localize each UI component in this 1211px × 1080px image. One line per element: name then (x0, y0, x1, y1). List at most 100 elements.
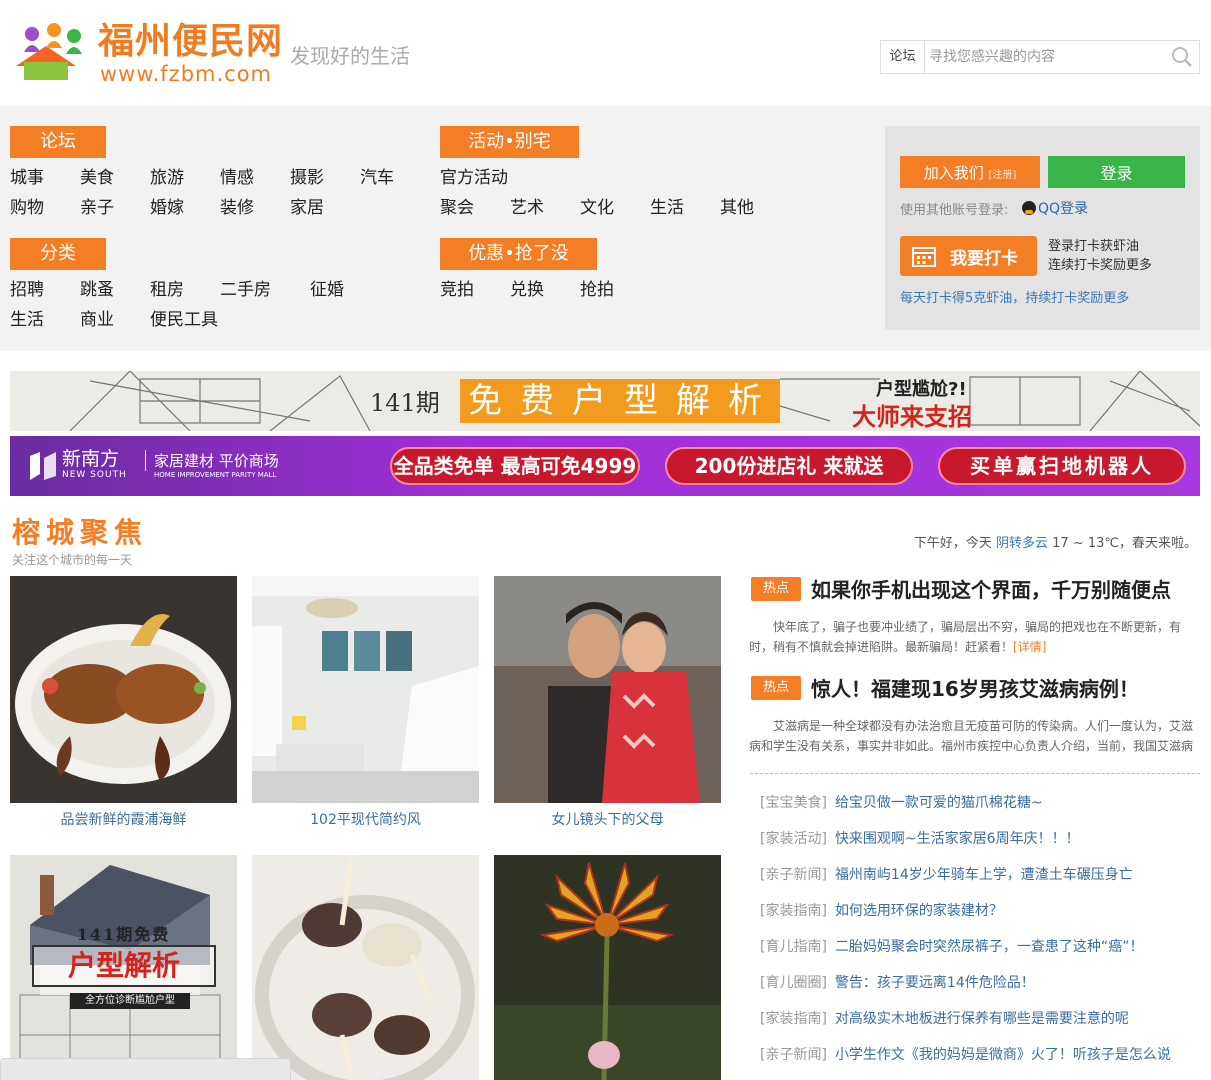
nav-label-category[interactable]: 分类 (10, 238, 106, 270)
nav-link[interactable]: 租房 (150, 278, 184, 302)
promo-pill[interactable]: 全品类免单 最高可免4999 (390, 447, 640, 485)
news-title[interactable]: 如何选用环保的家装建材？ (835, 903, 1003, 919)
tile-caption[interactable]: 102平现代简约风 (252, 809, 479, 829)
nav-link[interactable]: 汽车 (360, 166, 394, 190)
nav-label-deals[interactable]: 优惠•抢了没 (440, 238, 597, 270)
site-name[interactable]: 福州便民网 (98, 22, 283, 62)
floating-bottom-bar[interactable] (0, 1058, 291, 1080)
search-category-select[interactable]: 论坛 (881, 41, 925, 73)
nav-link[interactable]: 艺术 (510, 196, 544, 220)
nav-link[interactable]: 跳蚤 (80, 278, 114, 302)
newsouth-logo-icon (30, 452, 56, 480)
tile-caption[interactable]: 品尝新鲜的霞浦海鲜 (10, 809, 237, 829)
nav-link[interactable]: 装修 (220, 196, 254, 220)
site-url: www.fzbm.com (100, 62, 273, 86)
nav-label-activity[interactable]: 活动•别宅 (440, 126, 579, 158)
hot-news-title[interactable]: 如果你手机出现这个界面，千万别随便点 (811, 577, 1171, 603)
news-title[interactable]: 二胎妈妈聚会时突然尿裤子，一查患了这种“癌”！ (835, 939, 1144, 955)
banner-title: 免费户型解析 (460, 379, 780, 423)
nav-label-forum[interactable]: 论坛 (10, 126, 106, 158)
nav-link[interactable]: 征婚 (310, 278, 344, 302)
nav-link[interactable]: 婚嫁 (150, 196, 184, 220)
qq-login-link[interactable]: QQ登录 (1022, 198, 1088, 218)
nav-link[interactable]: 情感 (220, 166, 254, 190)
news-title[interactable]: 快来围观啊~生活家家居6周年庆！！！ (835, 831, 1080, 847)
banner-tag: 大师来支招 (852, 403, 972, 431)
banner-issue: 141期 (370, 389, 440, 417)
nav-link[interactable]: 亲子 (80, 196, 114, 220)
promo-pill[interactable]: 200份进店礼 来就送 (665, 447, 913, 485)
nav-link[interactable]: 招聘 (10, 278, 44, 302)
list-item[interactable]: [家装指南] 如何选用环保的家装建材？ (760, 902, 1003, 920)
login-button[interactable]: 登录 (1048, 156, 1185, 188)
nav-link[interactable]: 便民工具 (150, 308, 218, 332)
banner-brand-en: NEW SOUTH (62, 470, 127, 480)
search-box: 论坛 (880, 40, 1200, 74)
list-item[interactable]: [亲子新闻] 小学生作文《我的妈妈是微商》火了！听孩子是怎么说 (760, 1046, 1171, 1064)
nav-link[interactable]: 兑换 (510, 278, 544, 302)
news-category: [家装活动] (760, 831, 827, 847)
hot-news-text: 艾滋病是一种全球都没有办法治愈且无疫苗可防的传染病。人们一度认为，艾滋病和学生没… (749, 719, 1194, 753)
nav-link[interactable]: 聚会 (440, 196, 474, 220)
checkin-button[interactable]: 我要打卡 (900, 236, 1037, 276)
calendar-icon (912, 247, 936, 267)
tile-caption[interactable]: 女儿镜头下的父母 (494, 809, 721, 829)
news-title[interactable]: 小学生作文《我的妈妈是微商》火了！听孩子是怎么说 (835, 1047, 1171, 1063)
hot-badge: 热点 (751, 676, 801, 700)
logo-icon[interactable] (10, 22, 90, 84)
nav-link[interactable]: 摄影 (290, 166, 324, 190)
list-item[interactable]: [育儿圈圈] 警告：孩子要远离14件危险品！ (760, 974, 1035, 992)
hot-news-title[interactable]: 惊人！福建现16岁男孩艾滋病病例！ (811, 676, 1139, 702)
nav-link[interactable]: 城事 (10, 166, 44, 190)
nav-link[interactable]: 旅游 (150, 166, 184, 190)
weather-condition[interactable]: 阴转多云 (996, 536, 1048, 551)
hot-news-desc: 快年底了，骗子也要冲业绩了，骗局层出不穷，骗局的把戏也在不断更新，有时，稍有不慎… (749, 617, 1199, 657)
checkin-note[interactable]: 每天打卡得5克虾油，持续打卡奖励更多 (900, 287, 1129, 306)
nav-link[interactable]: 生活 (650, 196, 684, 220)
qq-login-label: QQ登录 (1038, 201, 1089, 217)
news-title[interactable]: 对高级实木地板进行保养有哪些是需要注意的呢 (835, 1011, 1129, 1027)
photo-tile-seafood[interactable] (10, 576, 237, 803)
news-category: [育儿指南] (760, 939, 827, 955)
list-item[interactable]: [育儿指南] 二胎妈妈聚会时突然尿裤子，一查患了这种“癌”！ (760, 938, 1143, 956)
promo-pill[interactable]: 买单赢扫地机器人 (938, 447, 1186, 485)
nav-link[interactable]: 其他 (720, 196, 754, 220)
search-icon[interactable] (1171, 46, 1193, 68)
nav-link[interactable]: 文化 (580, 196, 614, 220)
nav-link[interactable]: 竞拍 (440, 278, 474, 302)
checkin-tip: 登录打卡获虾油 连续打卡奖励更多 (1048, 237, 1152, 275)
detail-link[interactable]: [详情] (1013, 640, 1046, 654)
list-item[interactable]: [家装指南] 对高级实木地板进行保养有哪些是需要注意的呢 (760, 1010, 1129, 1028)
nav-link[interactable]: 生活 (10, 308, 44, 332)
floorplan-banner[interactable]: 141期 免费户型解析 户型尴尬?! 大师来支招 (10, 371, 1200, 431)
photo-tile-family[interactable] (494, 576, 721, 803)
search-input[interactable] (929, 41, 1165, 73)
photo-tile-snack[interactable] (252, 855, 479, 1080)
news-title[interactable]: 福州南屿14岁少年骑车上学，遭渣土车碾压身亡 (835, 867, 1133, 883)
list-item[interactable]: [宝宝美食] 给宝贝做一款可爱的猫爪棉花糖~ (760, 794, 1043, 812)
photo-tile-floorplan[interactable]: 141期免费 户型解析 全方位诊断尴尬户型 (10, 855, 237, 1080)
news-title[interactable]: 给宝贝做一款可爱的猫爪棉花糖~ (835, 795, 1043, 811)
list-item[interactable]: [亲子新闻] 福州南屿14岁少年骑车上学，遭渣土车碾压身亡 (760, 866, 1133, 884)
photo-tile-interior[interactable] (252, 576, 479, 803)
list-item[interactable]: [家装活动] 快来围观啊~生活家家居6周年庆！！！ (760, 830, 1080, 848)
nav-link[interactable]: 抢拍 (580, 278, 614, 302)
weather-suffix: ，春天来啦。 (1118, 536, 1197, 551)
nav-link[interactable]: 家居 (290, 196, 324, 220)
seafood-photo (10, 576, 237, 803)
interior-photo (252, 576, 479, 803)
join-button[interactable]: 加入我们 [注册] (900, 156, 1040, 188)
photo-tile-chrysanthemum[interactable] (494, 855, 721, 1080)
nav-link[interactable]: 官方活动 (440, 166, 508, 190)
banner-sub: 家居建材 平价商场 (145, 450, 279, 471)
nav-link[interactable]: 二手房 (220, 278, 271, 302)
checkin-label: 我要打卡 (950, 248, 1018, 269)
slogan: 发现好的生活 (290, 44, 410, 68)
news-title[interactable]: 警告：孩子要远离14件危险品！ (835, 975, 1035, 991)
news-category: [家装指南] (760, 903, 827, 919)
nav-link[interactable]: 购物 (10, 196, 44, 220)
newsouth-banner[interactable]: 新南方 NEW SOUTH 家居建材 平价商场 HOME IMPROVEMENT… (10, 436, 1200, 496)
nav-link[interactable]: 美食 (80, 166, 114, 190)
hot-news-text: 快年底了，骗子也要冲业绩了，骗局层出不穷，骗局的把戏也在不断更新，有时，稍有不慎… (749, 620, 1182, 654)
nav-link[interactable]: 商业 (80, 308, 114, 332)
